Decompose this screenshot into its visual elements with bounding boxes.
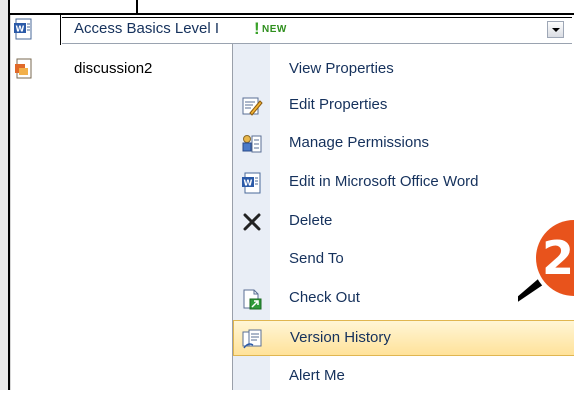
frame-top-line	[60, 13, 574, 15]
menu-item-edit-properties[interactable]: Edit Properties	[233, 88, 574, 124]
menu-item-label: Check Out	[289, 289, 360, 306]
document-title[interactable]: Access Basics Level I	[74, 20, 219, 37]
menu-item-label: Delete	[289, 212, 333, 229]
menu-item-manage-permissions[interactable]: Manage Permissions	[233, 126, 574, 162]
list-item-name[interactable]: discussion2	[74, 60, 152, 77]
new-badge: NEW	[262, 24, 287, 35]
edit-properties-icon	[242, 97, 263, 116]
menu-item-label: Manage Permissions	[289, 134, 430, 151]
menu-item-version-history[interactable]: Version History	[233, 320, 574, 356]
word-document-icon: W	[242, 172, 261, 194]
menu-item-label: Alert Me	[289, 367, 345, 384]
delete-x-icon	[243, 213, 261, 231]
callout-number: 2	[542, 231, 574, 285]
version-history-icon	[242, 329, 262, 349]
new-exclamation-mark: !	[254, 19, 260, 38]
menu-item-label: Send To	[289, 250, 344, 267]
frame-inner-left-line	[60, 13, 61, 45]
menu-item-label: Version History	[290, 329, 391, 346]
frame-left-line	[8, 0, 10, 390]
word-document-icon: W	[14, 18, 32, 40]
menu-item-edit-in-word[interactable]: W Edit in Microsoft Office Word	[233, 165, 574, 201]
svg-text:W: W	[16, 25, 25, 34]
chevron-down-icon	[552, 28, 560, 32]
menu-item-view-properties[interactable]: View Properties	[233, 52, 574, 88]
svg-text:W: W	[244, 179, 253, 188]
step-callout: 2	[518, 216, 574, 302]
discussion-document-icon	[15, 58, 32, 79]
check-out-icon	[243, 289, 262, 310]
menu-item-label: Edit Properties	[289, 96, 388, 113]
manage-permissions-icon	[242, 135, 262, 153]
item-dropdown-button[interactable]	[547, 21, 564, 38]
menu-item-label: Edit in Microsoft Office Word	[289, 173, 479, 190]
menu-item-label: View Properties	[289, 60, 394, 77]
